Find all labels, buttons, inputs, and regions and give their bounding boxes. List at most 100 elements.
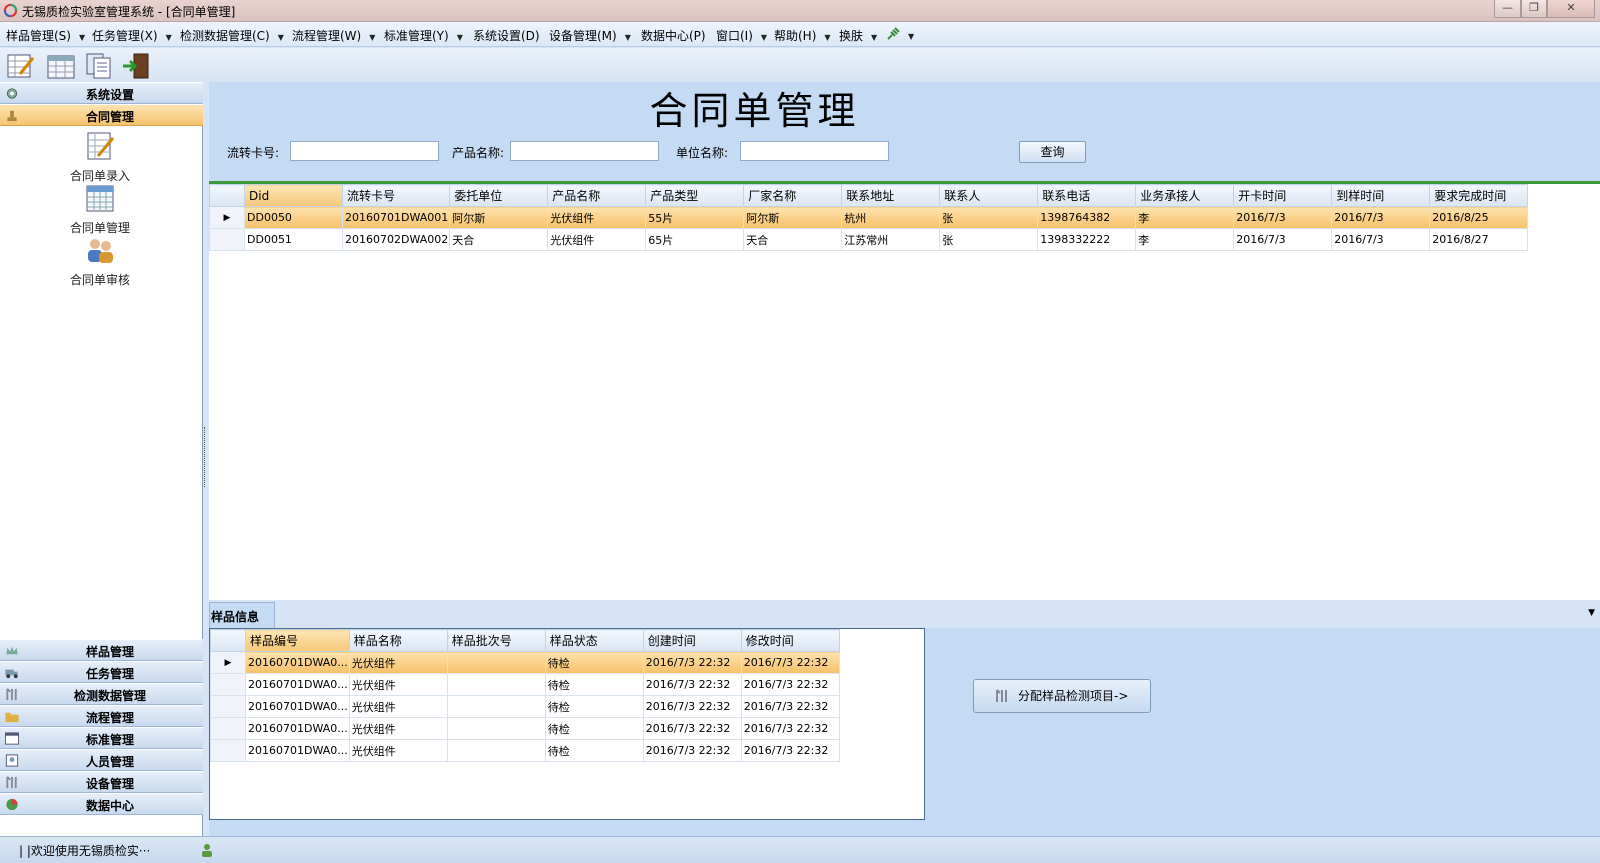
table-cell[interactable]: 待检 <box>544 673 644 696</box>
nav-tool-contract-manage[interactable]: 合同单管理 <box>60 182 140 236</box>
column-header[interactable]: 厂家名称 <box>743 184 843 207</box>
table-cell[interactable]: 光伏组件 <box>547 206 647 229</box>
table-cell[interactable]: 2016/7/3 22:32 <box>642 651 742 674</box>
column-header[interactable]: Did <box>244 184 343 207</box>
table-row[interactable]: 20160701DWA0... 光伏组件 待检 2016/7/3 22:32 2… <box>210 717 840 740</box>
table-cell[interactable]: 光伏组件 <box>348 717 448 740</box>
column-header[interactable]: 产品类型 <box>645 184 745 207</box>
table-cell[interactable] <box>446 651 546 674</box>
menu-process[interactable]: 流程管理(W) ▼ <box>292 27 375 44</box>
close-button[interactable]: ✕ <box>1547 0 1595 18</box>
table-cell[interactable]: DD0050 <box>244 206 343 229</box>
table-cell[interactable]: 张 <box>939 228 1039 251</box>
table-cell[interactable]: 2016/7/3 <box>1331 206 1431 229</box>
table-cell[interactable]: 阿尔斯 <box>743 206 843 229</box>
column-header[interactable]: 创建时间 <box>642 629 742 652</box>
table-cell[interactable]: 阿尔斯 <box>449 206 549 229</box>
table-cell[interactable]: 李 <box>1135 228 1235 251</box>
table-row[interactable]: ▶ DD0050 20160701DWA001 阿尔斯 光伏组件 55片 阿尔斯… <box>209 206 1529 229</box>
table-cell[interactable]: 待检 <box>544 695 644 718</box>
menu-skin[interactable]: 换肤 ▼ <box>839 27 877 44</box>
menu-data-center[interactable]: 数据中心(P) <box>641 27 706 44</box>
table-row[interactable]: 20160701DWA0... 光伏组件 待检 2016/7/3 22:32 2… <box>210 695 840 718</box>
column-header[interactable]: 样品名称 <box>348 629 448 652</box>
nav-group-data-center[interactable]: 数据中心 <box>0 793 203 815</box>
restore-button[interactable]: ❐ <box>1521 0 1547 18</box>
row-header[interactable] <box>209 228 245 251</box>
column-header[interactable]: 修改时间 <box>740 629 840 652</box>
column-header[interactable]: 产品名称 <box>547 184 647 207</box>
table-cell[interactable]: 2016/7/3 <box>1233 206 1333 229</box>
card-no-input[interactable] <box>290 141 439 161</box>
table-cell[interactable]: 20160701DWA0... <box>245 695 350 718</box>
splitter-grip[interactable] <box>204 427 207 487</box>
nav-group-test-data[interactable]: 检测数据管理 <box>0 683 203 705</box>
table-cell[interactable]: 待检 <box>544 651 644 674</box>
nav-tool-contract-review[interactable]: 合同单审核 <box>60 234 140 288</box>
row-header[interactable] <box>210 717 246 740</box>
assign-tests-button[interactable]: 分配样品检测项目-> <box>973 679 1151 713</box>
table-cell[interactable]: 光伏组件 <box>547 228 647 251</box>
table-cell[interactable]: 光伏组件 <box>348 695 448 718</box>
tab-sample-info[interactable]: 样品信息 <box>209 602 275 628</box>
table-cell[interactable]: 李 <box>1135 206 1235 229</box>
nav-group-process[interactable]: 流程管理 <box>0 705 203 727</box>
table-cell[interactable]: 2016/7/3 22:32 <box>642 673 742 696</box>
table-cell[interactable]: 1398332222 <box>1037 228 1137 251</box>
row-selector-icon[interactable]: ▶ <box>209 206 245 229</box>
table-cell[interactable]: DD0051 <box>244 228 343 251</box>
table-cell[interactable]: 待检 <box>544 717 644 740</box>
table-cell[interactable]: 光伏组件 <box>348 739 448 762</box>
table-cell[interactable]: 20160701DWA0... <box>245 717 350 740</box>
table-cell[interactable]: 2016/7/3 22:32 <box>740 673 840 696</box>
column-header[interactable]: 要求完成时间 <box>1429 184 1529 207</box>
table-cell[interactable]: 2016/7/3 22:32 <box>740 739 840 762</box>
table-cell[interactable]: 天合 <box>449 228 549 251</box>
nav-group-contract[interactable]: 合同管理 <box>0 104 203 126</box>
table-cell[interactable] <box>446 673 546 696</box>
table-cell[interactable]: 2016/7/3 <box>1233 228 1333 251</box>
row-header[interactable] <box>210 739 246 762</box>
table-cell[interactable]: 2016/7/3 22:32 <box>740 717 840 740</box>
table-cell[interactable]: 江苏常州 <box>841 228 941 251</box>
column-header[interactable]: 联系电话 <box>1037 184 1137 207</box>
table-icon[interactable] <box>46 52 76 80</box>
chevron-down-icon[interactable]: ▼ <box>1588 608 1595 618</box>
table-cell[interactable] <box>446 695 546 718</box>
grid-corner[interactable] <box>209 184 245 207</box>
table-cell[interactable]: 2016/8/25 <box>1429 206 1529 229</box>
column-header[interactable]: 流转卡号 <box>341 184 451 207</box>
table-cell[interactable]: 光伏组件 <box>348 673 448 696</box>
table-cell[interactable] <box>446 717 546 740</box>
table-cell[interactable]: 光伏组件 <box>348 651 448 674</box>
table-cell[interactable]: 2016/7/3 22:32 <box>740 695 840 718</box>
column-header[interactable]: 到样时间 <box>1331 184 1431 207</box>
table-cell[interactable]: 20160701DWA0... <box>245 673 350 696</box>
table-cell[interactable]: 20160702DWA002 <box>341 228 451 251</box>
table-cell[interactable]: 待检 <box>544 739 644 762</box>
grid-corner[interactable] <box>210 629 246 652</box>
unit-name-input[interactable] <box>740 141 889 161</box>
column-header[interactable]: 开卡时间 <box>1233 184 1333 207</box>
query-button[interactable]: 查询 <box>1019 141 1086 163</box>
column-header[interactable]: 委托单位 <box>449 184 549 207</box>
menu-sample[interactable]: 样品管理(S) ▼ <box>6 27 85 44</box>
table-cell[interactable]: 2016/7/3 <box>1331 228 1431 251</box>
column-header[interactable]: 样品编号 <box>245 629 350 652</box>
copy-docs-icon[interactable] <box>86 52 116 80</box>
table-cell[interactable]: 2016/7/3 22:32 <box>642 695 742 718</box>
menu-window[interactable]: 窗口(I) ▼ <box>716 27 767 44</box>
nav-tool-contract-entry[interactable]: 合同单录入 <box>60 130 140 184</box>
table-cell[interactable] <box>446 739 546 762</box>
menu-plugin[interactable]: ▼ <box>886 27 914 42</box>
nav-group-device[interactable]: 设备管理 <box>0 771 203 793</box>
table-row[interactable]: 20160701DWA0... 光伏组件 待检 2016/7/3 22:32 2… <box>210 739 840 762</box>
table-row[interactable]: ▶ 20160701DWA0... 光伏组件 待检 2016/7/3 22:32… <box>210 651 840 674</box>
table-cell[interactable]: 2016/8/27 <box>1429 228 1529 251</box>
column-header[interactable]: 样品状态 <box>544 629 644 652</box>
column-header[interactable]: 联系地址 <box>841 184 941 207</box>
product-name-input[interactable] <box>510 141 659 161</box>
column-header[interactable]: 联系人 <box>939 184 1039 207</box>
table-cell[interactable]: 杭州 <box>841 206 941 229</box>
row-header[interactable] <box>210 695 246 718</box>
